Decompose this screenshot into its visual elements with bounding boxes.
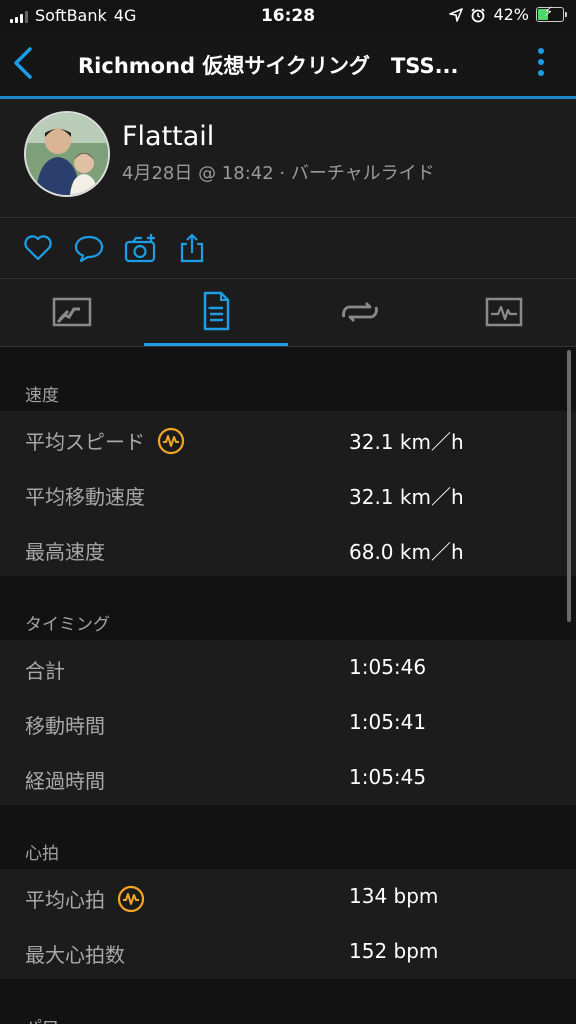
stat-row-avg-hr: 平均心拍 134 bpm: [0, 869, 576, 924]
heart-icon[interactable]: [22, 232, 54, 264]
user-name[interactable]: Flattail: [122, 121, 214, 152]
tab-charts[interactable]: [432, 279, 576, 346]
stat-row-max-hr: 最大心拍数 152 bpm: [0, 924, 576, 979]
stats-list[interactable]: 速度 平均スピード 32.1 km／h 平均移動速度 32.1 km／h 最高速…: [0, 347, 576, 1024]
tab-overview[interactable]: [0, 279, 144, 346]
stat-value: 1:05:45: [349, 765, 427, 789]
stat-row-elapsed-time: 経過時間 1:05:45: [0, 750, 576, 805]
stat-label: 最大心拍数: [25, 943, 125, 967]
more-vertical-icon[interactable]: [536, 48, 546, 82]
section-header-next: パワー: [0, 979, 576, 1024]
scrollbar[interactable]: [567, 350, 571, 622]
tab-laps[interactable]: [288, 279, 432, 346]
avatar[interactable]: [24, 111, 110, 197]
section-header-speed: 速度: [25, 386, 59, 406]
chart-icon: [485, 297, 523, 327]
stat-label: 経過時間: [25, 769, 105, 793]
stat-row-avg-moving-speed: 平均移動速度 32.1 km／h: [0, 466, 576, 521]
camera-plus-icon[interactable]: [124, 232, 156, 264]
performance-icon[interactable]: [117, 885, 145, 913]
section-header-timing: タイミング: [25, 615, 110, 635]
laps-icon: [342, 302, 378, 322]
share-icon[interactable]: [176, 232, 208, 264]
tab-stats[interactable]: [144, 279, 288, 346]
battery-percent: 42%: [493, 5, 529, 24]
tab-bar: [0, 279, 576, 347]
stat-row-avg-speed: 平均スピード 32.1 km／h: [0, 411, 576, 466]
stat-label: 合計: [25, 659, 65, 683]
stat-row-total-time: 合計 1:05:46: [0, 640, 576, 695]
performance-icon[interactable]: [157, 427, 185, 455]
stat-value: 1:05:41: [349, 710, 427, 734]
stat-value: 68.0 km／h: [349, 540, 464, 564]
stat-value: 152 bpm: [349, 939, 439, 963]
stats-list-icon: [203, 291, 230, 331]
stat-label: 平均心拍: [25, 888, 105, 912]
action-bar: [0, 218, 576, 279]
section-timing: 合計 1:05:46 移動時間 1:05:41 経過時間 1:05:45: [0, 640, 576, 805]
alarm-icon: [471, 7, 486, 22]
stat-label: 移動時間: [25, 714, 105, 738]
stat-value: 32.1 km／h: [349, 430, 464, 454]
section-heart-rate: 平均心拍 134 bpm 最大心拍数 152 bpm: [0, 869, 576, 979]
chevron-left-icon[interactable]: [10, 46, 38, 80]
stat-label: 最高速度: [25, 540, 105, 564]
app-bar: Richmond 仮想サイクリング TSS...: [0, 32, 576, 99]
map-chart-icon: [52, 297, 92, 327]
section-speed: 平均スピード 32.1 km／h 平均移動速度 32.1 km／h 最高速度 6…: [0, 411, 576, 576]
stat-label: 平均スピード: [25, 430, 145, 454]
status-bar: SoftBank 4G 16:28 42% ⚡: [0, 0, 576, 32]
section-header-heart-rate: 心拍: [25, 844, 59, 864]
location-icon: [449, 7, 464, 22]
page-title: Richmond 仮想サイクリング TSS...: [78, 54, 459, 78]
comment-icon[interactable]: [73, 232, 105, 264]
stat-label: 平均移動速度: [25, 485, 145, 509]
stat-value: 134 bpm: [349, 884, 439, 908]
activity-meta: 4月28日 @ 18:42 · バーチャルライド: [122, 163, 435, 184]
battery-charging-icon: ⚡: [536, 5, 567, 22]
stat-value: 32.1 km／h: [349, 485, 464, 509]
stat-row-max-speed: 最高速度 68.0 km／h: [0, 521, 576, 576]
stat-value: 1:05:46: [349, 655, 427, 679]
stat-row-moving-time: 移動時間 1:05:41: [0, 695, 576, 750]
activity-header: Flattail 4月28日 @ 18:42 · バーチャルライド: [0, 99, 576, 218]
